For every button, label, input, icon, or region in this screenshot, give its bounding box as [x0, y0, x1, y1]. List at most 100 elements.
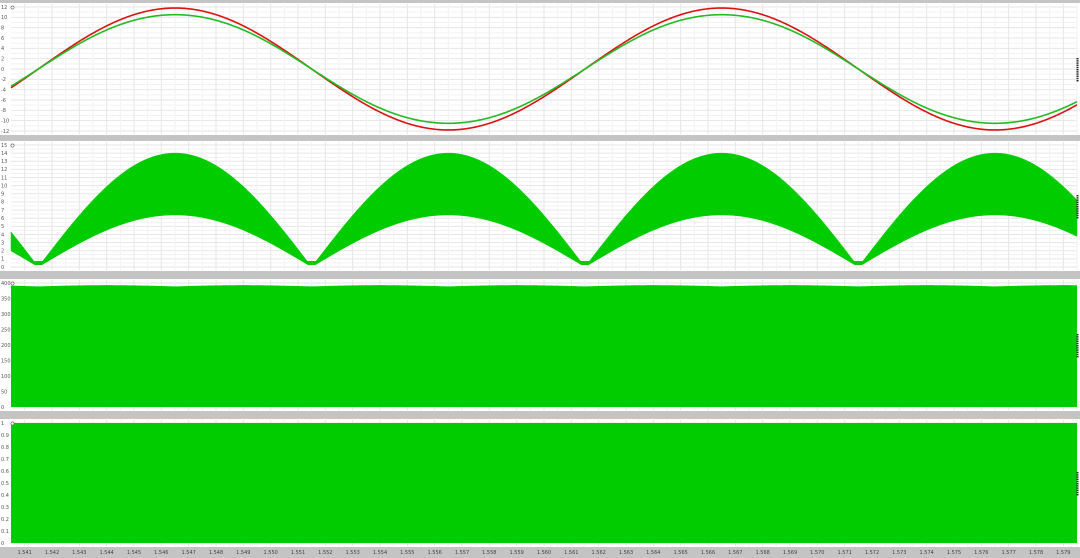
x-tick-label: 1.559 — [510, 550, 524, 556]
y-tick-label: 1 — [1, 257, 4, 263]
cursor-handle-dot — [1076, 210, 1079, 212]
x-tick-label: 1.541 — [18, 550, 32, 556]
cursor-handle-dot — [1076, 58, 1079, 60]
x-tick-label: 1.551 — [291, 550, 305, 556]
x-tick-label: 1.543 — [72, 550, 86, 556]
cursor-handle-dot — [1076, 80, 1079, 82]
x-tick-label: 1.556 — [428, 550, 442, 556]
panel-marker-icon[interactable] — [10, 281, 15, 286]
cursor-handle-dot — [1076, 483, 1079, 485]
cursor-handle-icon[interactable] — [1076, 195, 1079, 219]
cursor-handle-dot — [1076, 199, 1079, 201]
x-tick-label: 1.577 — [1002, 550, 1016, 556]
x-tick-label: 1.566 — [701, 550, 715, 556]
cursor-handle-dot — [1076, 336, 1079, 338]
y-tick-label: 7 — [1, 208, 4, 214]
x-tick-label: 1.547 — [182, 550, 196, 556]
y-tick-label: 11 — [1, 175, 7, 181]
panel-marker-icon[interactable] — [10, 421, 15, 426]
y-tick-label: 0.1 — [1, 529, 9, 535]
panel-marker-icon[interactable] — [10, 143, 15, 148]
y-tick-label: -10 — [1, 118, 9, 124]
y-tick-label: 12 — [1, 167, 7, 173]
x-tick-label: 1.554 — [373, 550, 387, 556]
panel-marker-icon[interactable] — [10, 5, 15, 10]
x-tick-label: 1.558 — [482, 550, 496, 556]
y-tick-label: 400 — [1, 281, 11, 287]
y-tick-label: 15 — [1, 143, 7, 149]
x-tick-label: 1.578 — [1029, 550, 1043, 556]
cursor-handle-dot — [1076, 62, 1079, 64]
y-tick-label: 0 — [1, 405, 4, 411]
x-tick-label: 1.572 — [865, 550, 879, 556]
cursor-handle-dot — [1076, 75, 1079, 77]
y-tick-label: 0 — [1, 541, 4, 547]
plot-panel-1: 12 10 8 6 4 2 0 -2 -4 -6 -8 -10 -12 — [0, 3, 1080, 135]
cursor-handle-dot — [1076, 69, 1079, 71]
x-tick-label: 1.546 — [154, 550, 168, 556]
cursor-handle-icon[interactable] — [1076, 334, 1079, 358]
y-tick-label: 0.9 — [1, 433, 9, 439]
x-tick-label: 1.568 — [756, 550, 770, 556]
cursor-handle-dot — [1076, 489, 1079, 491]
cursor-handle-dot — [1076, 476, 1079, 478]
x-tick-label: 1.542 — [45, 550, 59, 556]
cursor-handle-dot — [1076, 356, 1079, 358]
y-tick-label: 200 — [1, 343, 11, 349]
x-tick-label: 1.565 — [674, 550, 688, 556]
cursor-handle-dot — [1076, 64, 1079, 66]
cursor-handle-dot — [1076, 66, 1079, 69]
cursor-handle-dot — [1076, 197, 1079, 199]
series-group — [11, 423, 1077, 543]
cursor-handle-dot — [1076, 338, 1079, 340]
cursor-handle-dot — [1076, 347, 1079, 349]
x-tick-label: 1.544 — [100, 550, 114, 556]
y-tick-label: 350 — [1, 296, 11, 302]
cursor-handle-dot — [1076, 342, 1079, 345]
y-tick-label: 1 — [1, 421, 4, 427]
x-tick-label: 1.549 — [236, 550, 250, 556]
y-tick-label: 5 — [1, 224, 4, 230]
cursor-handle-dot — [1076, 201, 1079, 203]
cursor-handle-dot — [1076, 203, 1079, 206]
x-tick-label: 1.576 — [974, 550, 988, 556]
cursor-handle-icon[interactable] — [1076, 58, 1079, 82]
series-group — [11, 285, 1077, 407]
cursor-handle-dot — [1076, 73, 1079, 75]
x-tick-label: 1.562 — [592, 550, 606, 556]
x-tick-label: 1.564 — [646, 550, 660, 556]
x-tick-label: 1.573 — [892, 550, 906, 556]
y-tick-label: 2 — [1, 249, 4, 255]
y-tick-label: 8 — [1, 200, 4, 206]
y-tick-label: 0 — [1, 67, 4, 73]
cursor-handle-icon[interactable] — [1076, 472, 1079, 496]
y-tick-label: 6 — [1, 216, 4, 222]
y-tick-label: -6 — [1, 98, 6, 104]
x-tick-label: 1.567 — [728, 550, 742, 556]
cursor-handle-dot — [1076, 345, 1079, 347]
cursor-handle-dot — [1076, 195, 1079, 197]
y-tick-label: 4 — [1, 46, 4, 52]
cursor-handle-dot — [1076, 474, 1079, 476]
y-tick-label: 150 — [1, 358, 11, 364]
y-tick-label: 0.3 — [1, 505, 9, 511]
y-tick-label: 13 — [1, 159, 7, 165]
x-tick-label: 1.561 — [564, 550, 578, 556]
cursor-handle-dot — [1076, 334, 1079, 336]
y-tick-label: 12 — [1, 5, 7, 11]
cursor-handle-dot — [1076, 60, 1079, 62]
cursor-handle-dot — [1076, 77, 1079, 80]
cursor-handle-dot — [1076, 478, 1079, 480]
x-tick-label: 1.574 — [920, 550, 934, 556]
y-tick-label: 3 — [1, 240, 4, 246]
y-tick-label: 8 — [1, 25, 4, 31]
x-tick-label: 1.548 — [209, 550, 223, 556]
y-tick-label: 6 — [1, 36, 4, 42]
cursor-handle-dot — [1076, 485, 1079, 487]
y-tick-label: 0.6 — [1, 469, 9, 475]
x-tick-label: 1.557 — [455, 550, 469, 556]
cursor-handle-dot — [1076, 340, 1079, 342]
y-tick-label: 4 — [1, 232, 4, 238]
x-tick-label: 1.563 — [619, 550, 633, 556]
cursor-handle-dot — [1076, 212, 1079, 214]
